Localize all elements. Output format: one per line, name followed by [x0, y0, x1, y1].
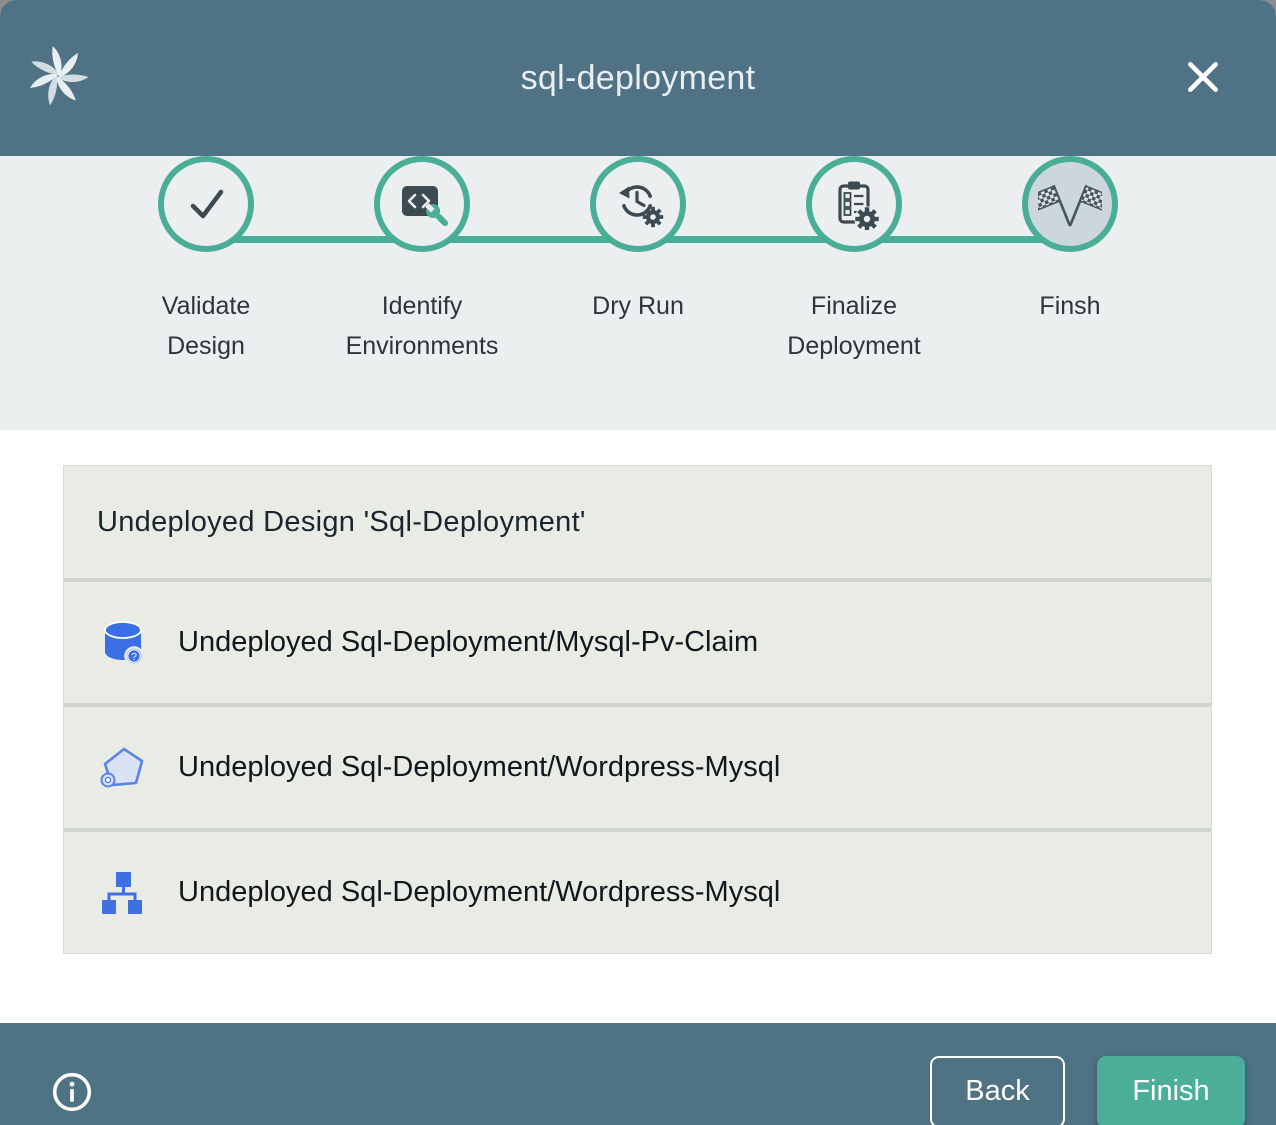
- result-row: Undeployed Sql-Deployment/Wordpress-Mysq…: [64, 828, 1211, 953]
- pod-icon: [97, 742, 149, 794]
- check-icon: [180, 178, 232, 230]
- svg-text:?: ?: [131, 651, 137, 663]
- result-row-text: Undeployed Sql-Deployment/Wordpress-Mysq…: [178, 751, 780, 784]
- step-circle: [374, 156, 470, 252]
- checkered-flags-icon: [1038, 176, 1102, 232]
- step-finalize-deployment[interactable]: Finalize Deployment: [746, 156, 962, 366]
- result-row-text: Undeployed Sql-Deployment/Mysql-Pv-Claim: [178, 626, 758, 659]
- info-icon: [50, 1070, 94, 1114]
- result-row-text: Undeployed Sql-Deployment/Wordpress-Mysq…: [178, 876, 780, 909]
- stepper: Validate Design Identify Environments: [0, 156, 1276, 430]
- results-panel: Undeployed Design 'Sql-Deployment' ? Und…: [63, 465, 1212, 954]
- hierarchy-icon: [97, 867, 149, 919]
- dry-run-icon: [611, 179, 665, 229]
- clipboard-gear-icon: [827, 178, 881, 230]
- back-button[interactable]: Back: [930, 1056, 1065, 1125]
- results-content: Undeployed Design 'Sql-Deployment' ? Und…: [0, 465, 1276, 1023]
- step-circle: [806, 156, 902, 252]
- close-button[interactable]: [1178, 52, 1228, 102]
- code-wrench-icon: [395, 179, 449, 229]
- deploy-wizard-dialog: sql-deployment Validate Design: [0, 0, 1276, 1125]
- step-validate-design[interactable]: Validate Design: [98, 156, 314, 366]
- design-status-row: Undeployed Design 'Sql-Deployment': [64, 466, 1211, 578]
- close-icon: [1183, 57, 1223, 97]
- step-dry-run[interactable]: Dry Run: [530, 156, 746, 366]
- step-label: Dry Run: [592, 286, 684, 326]
- step-identify-environments[interactable]: Identify Environments: [314, 156, 530, 366]
- step-circle: [158, 156, 254, 252]
- info-button[interactable]: [50, 1070, 94, 1114]
- step-label: Finsh: [1039, 286, 1100, 326]
- dialog-header: sql-deployment: [0, 0, 1276, 156]
- step-circle: [590, 156, 686, 252]
- step-label: Finalize Deployment: [768, 286, 940, 366]
- result-row: Undeployed Sql-Deployment/Wordpress-Mysq…: [64, 703, 1211, 828]
- step-finish[interactable]: Finsh: [962, 156, 1178, 366]
- step-label: Validate Design: [120, 286, 292, 366]
- stepper-steps: Validate Design Identify Environments: [98, 156, 1178, 366]
- result-row: ? Undeployed Sql-Deployment/Mysql-Pv-Cla…: [64, 578, 1211, 703]
- meshery-logo-icon: [28, 46, 88, 106]
- dialog-footer: Back Finish: [0, 1023, 1276, 1125]
- step-label: Identify Environments: [336, 286, 508, 366]
- database-icon: ?: [97, 617, 149, 669]
- design-status-text: Undeployed Design 'Sql-Deployment': [97, 506, 586, 539]
- step-circle: [1022, 156, 1118, 252]
- dialog-title: sql-deployment: [521, 59, 756, 98]
- finish-button[interactable]: Finish: [1097, 1056, 1245, 1125]
